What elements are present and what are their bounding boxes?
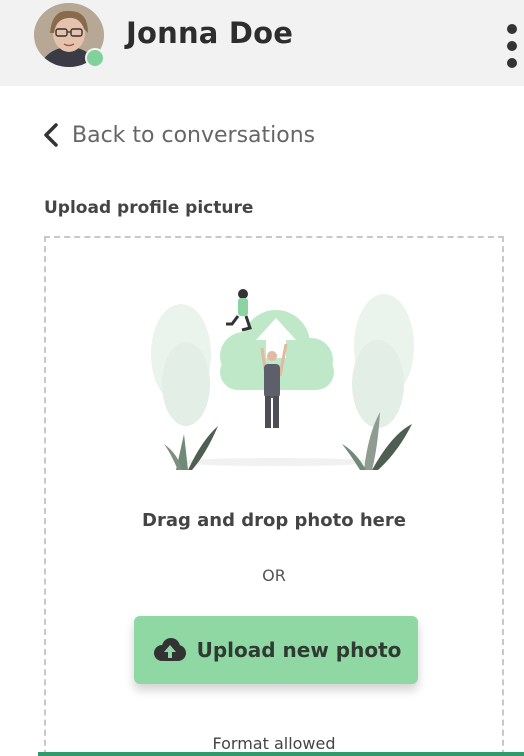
back-to-conversations-link[interactable]: Back to conversations xyxy=(40,118,315,152)
menu-dot xyxy=(507,41,517,51)
upload-section-title: Upload profile picture xyxy=(44,198,254,218)
back-link-label: Back to conversations xyxy=(72,122,316,148)
online-status-dot xyxy=(85,48,105,68)
chevron-left-icon xyxy=(44,123,58,147)
format-allowed-text: Format allowed xyxy=(212,734,336,753)
or-separator: OR xyxy=(262,566,286,585)
upload-illustration xyxy=(151,289,414,470)
menu-dot xyxy=(507,24,517,34)
more-vertical-icon[interactable] xyxy=(505,24,519,68)
profile-header: Jonna Doe xyxy=(0,0,524,86)
bottom-accent-line xyxy=(38,752,524,756)
cloud-upload-icon xyxy=(153,638,186,661)
photo-dropzone[interactable]: Drag and drop photo here OR Upload new p… xyxy=(44,236,504,756)
user-name: Jonna Doe xyxy=(126,16,294,50)
upload-new-photo-button[interactable]: Upload new photo xyxy=(134,616,418,684)
drag-and-drop-text: Drag and drop photo here xyxy=(142,510,406,531)
upload-button-label: Upload new photo xyxy=(196,638,402,662)
menu-dot xyxy=(507,58,517,68)
